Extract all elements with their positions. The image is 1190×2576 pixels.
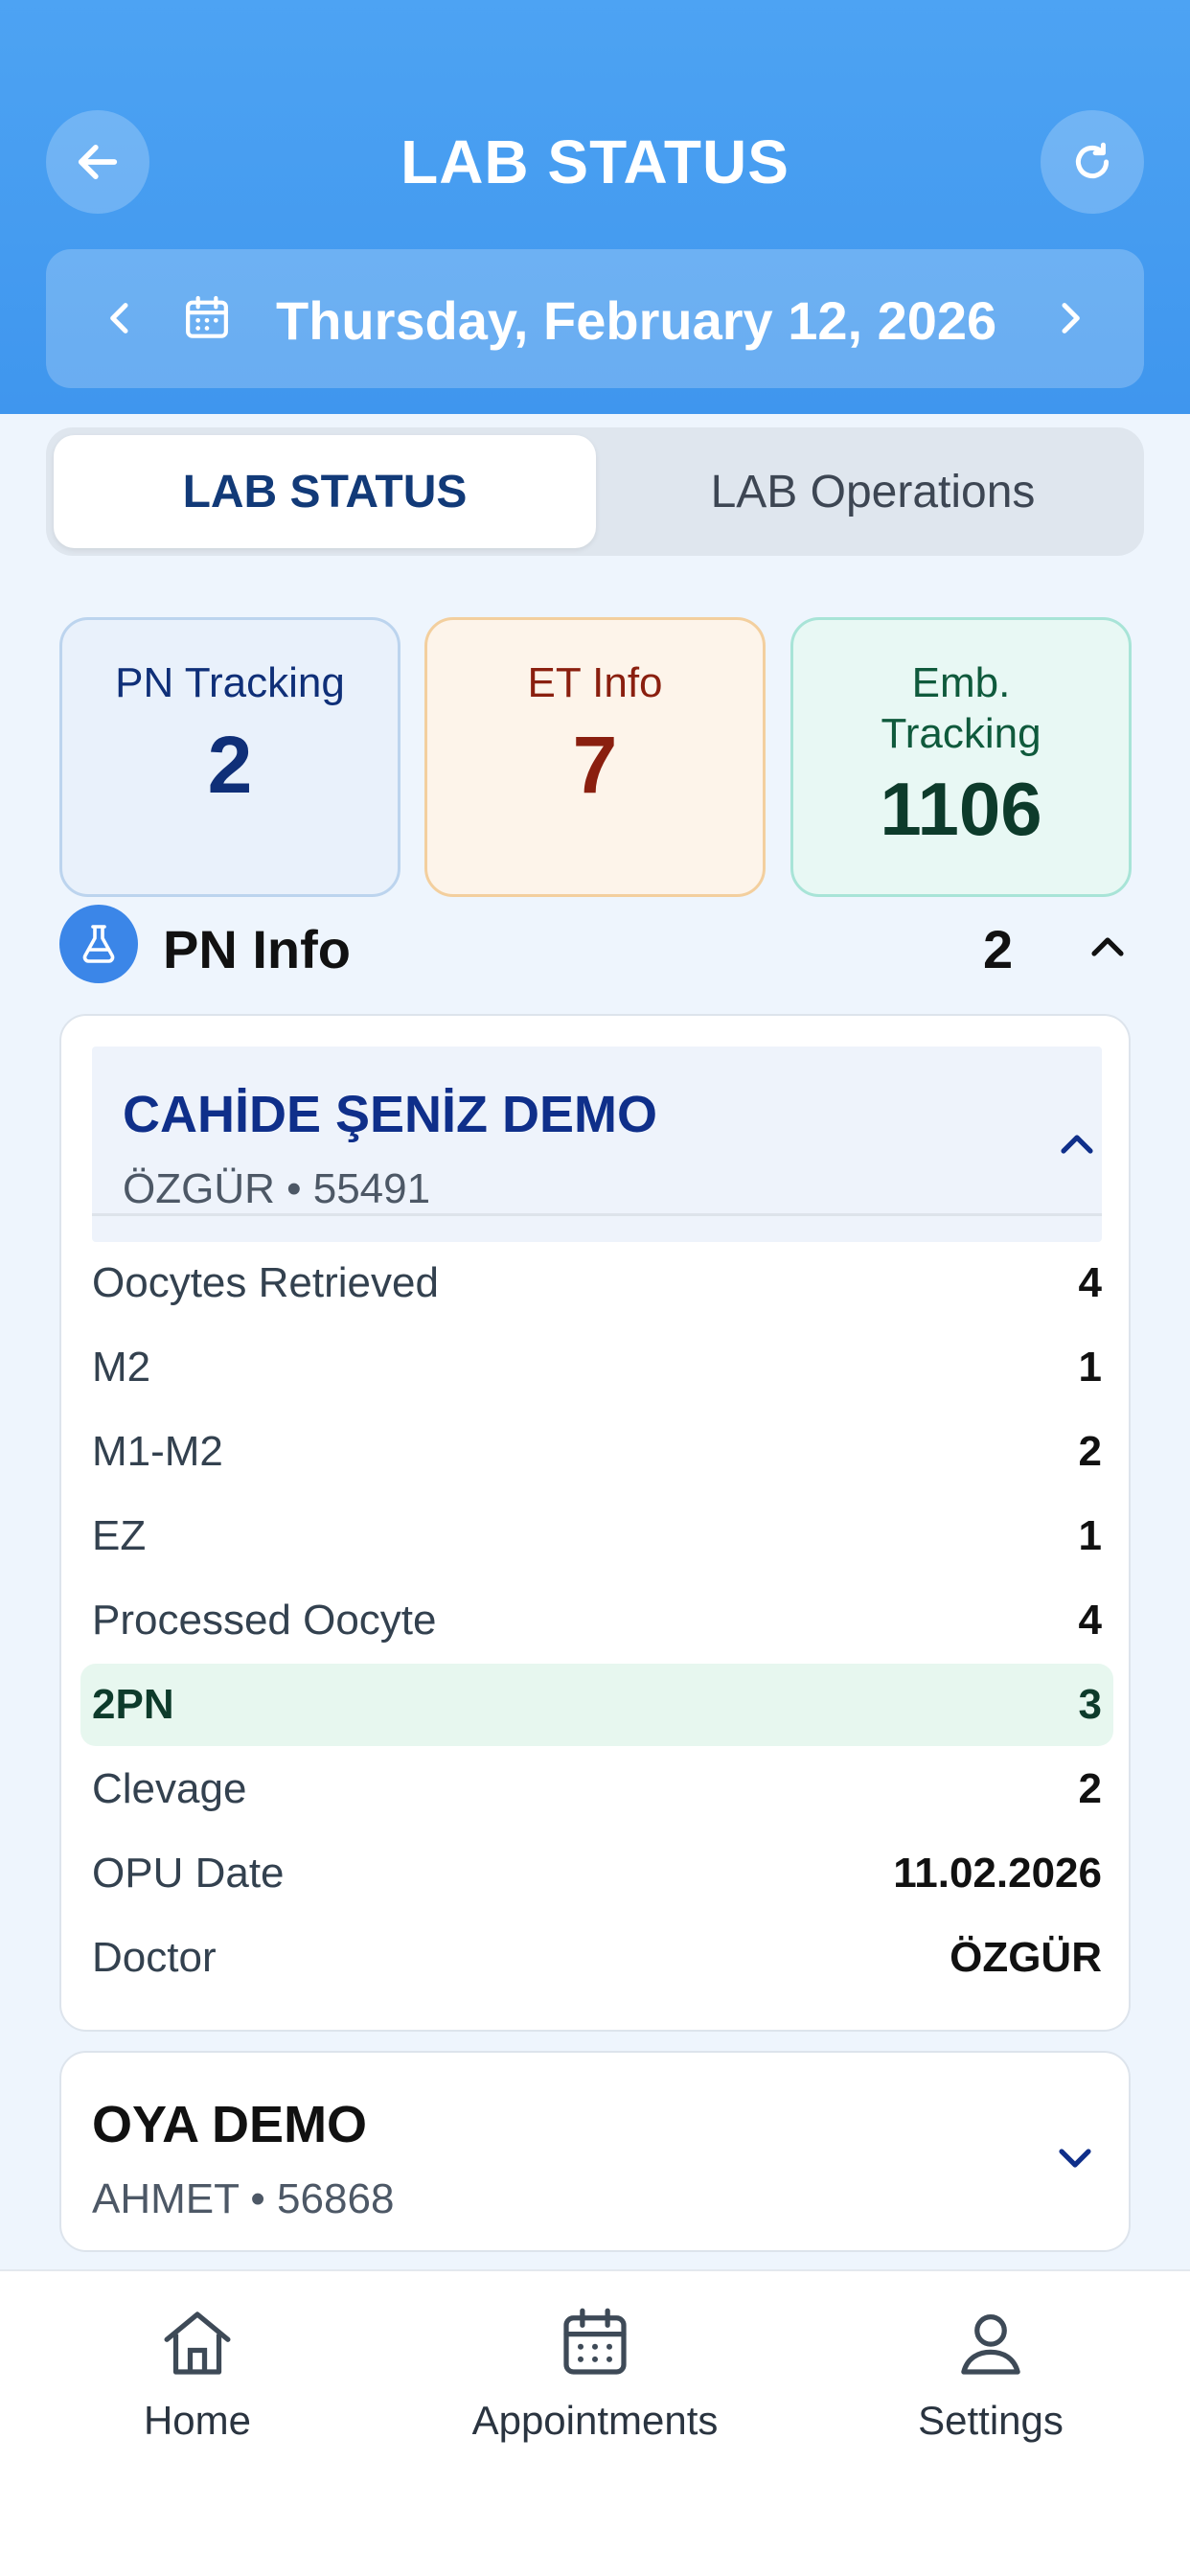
- detail-row: EZ 1: [92, 1495, 1102, 1577]
- next-day-button[interactable]: [1041, 284, 1098, 353]
- detail-row: M1-M2 2: [92, 1411, 1102, 1493]
- tab-bar: LAB STATUS LAB Operations: [46, 427, 1144, 556]
- calendar-icon[interactable]: [180, 291, 234, 345]
- emb-tracking-value: 1106: [880, 766, 1042, 851]
- detail-row: Doctor ÖZGÜR: [92, 1917, 1102, 1999]
- detail-row: Oocytes Retrieved 4: [92, 1242, 1102, 1324]
- detail-row: OPU Date 11.02.2026: [92, 1832, 1102, 1915]
- row-label: EZ: [92, 1512, 147, 1559]
- row-label: Clevage: [92, 1765, 247, 1812]
- et-info-card[interactable]: ET Info 7: [424, 617, 766, 897]
- patient-doctor-id: AHMET • 56868: [92, 2175, 395, 2222]
- et-info-label: ET Info: [527, 659, 663, 706]
- row-label: Oocytes Retrieved: [92, 1259, 439, 1306]
- row-label: Doctor: [92, 1934, 217, 1981]
- patient-card: CAHİDE ŞENİZ DEMO ÖZGÜR • 55491 Oocytes …: [59, 1014, 1131, 2032]
- row-value: 4: [1078, 1597, 1102, 1644]
- collapse-chevron-up-icon[interactable]: [1050, 1117, 1104, 1171]
- row-value: 2: [1078, 1765, 1102, 1812]
- user-icon: [948, 2300, 1034, 2386]
- tab-lab-status[interactable]: LAB STATUS: [54, 435, 596, 548]
- tab-lab-operations[interactable]: LAB Operations: [602, 435, 1144, 548]
- page-title: LAB STATUS: [400, 127, 790, 196]
- patient-doctor-id: ÖZGÜR • 55491: [123, 1165, 431, 1212]
- pn-tracking-label: PN Tracking: [115, 659, 345, 706]
- patient-name: CAHİDE ŞENİZ DEMO: [123, 1086, 658, 1143]
- header: LAB STATUS Thursday, February 12, 2026: [0, 0, 1190, 414]
- section-title: PN Info: [163, 919, 351, 979]
- row-value: 1: [1078, 1344, 1102, 1391]
- home-icon: [154, 2300, 240, 2386]
- chevron-left-icon: [110, 303, 128, 334]
- row-value: 11.02.2026: [893, 1850, 1102, 1897]
- selected-date[interactable]: Thursday, February 12, 2026: [276, 289, 996, 352]
- row-label: Processed Oocyte: [92, 1597, 437, 1644]
- patient-name: OYA DEMO: [92, 2096, 368, 2153]
- patient-card-collapsed[interactable]: OYA DEMO AHMET • 56868: [59, 2051, 1131, 2252]
- row-value: 1: [1078, 1512, 1102, 1559]
- et-info-value: 7: [572, 719, 618, 810]
- row-value: 3: [1078, 1681, 1102, 1728]
- emb-tracking-label: Emb. Tracking: [793, 658, 1129, 760]
- nav-settings[interactable]: Settings: [847, 2300, 1134, 2444]
- row-value: 4: [1078, 1259, 1102, 1306]
- chevron-up-icon[interactable]: [1081, 920, 1134, 974]
- nav-label: Settings: [918, 2398, 1064, 2443]
- emb-tracking-label-line2: Tracking: [881, 709, 1041, 757]
- nav-label: Appointments: [471, 2398, 719, 2443]
- date-selector: Thursday, February 12, 2026: [46, 249, 1144, 388]
- detail-row: Processed Oocyte 4: [92, 1579, 1102, 1662]
- row-value: ÖZGÜR: [950, 1934, 1102, 1981]
- detail-row-highlighted: 2PN 3: [80, 1664, 1113, 1746]
- emb-tracking-label-line1: Emb.: [911, 659, 1011, 706]
- flask-icon: [59, 905, 138, 983]
- row-value: 2: [1078, 1428, 1102, 1475]
- row-label: 2PN: [92, 1681, 174, 1728]
- calendar-icon: [552, 2300, 638, 2386]
- nav-home[interactable]: Home: [54, 2300, 341, 2444]
- bottom-navigation: Home Appointments Settings: [0, 2269, 1190, 2576]
- row-label: OPU Date: [92, 1850, 285, 1897]
- nav-label: Home: [143, 2398, 252, 2443]
- previous-day-button[interactable]: [92, 284, 149, 353]
- nav-appointments[interactable]: Appointments: [451, 2300, 739, 2444]
- refresh-icon: [1075, 142, 1110, 179]
- emb-tracking-card[interactable]: Emb. Tracking 1106: [790, 617, 1132, 897]
- refresh-button[interactable]: [1041, 110, 1144, 214]
- pn-tracking-value: 2: [207, 719, 253, 810]
- section-count: 2: [983, 919, 1014, 979]
- pn-tracking-card[interactable]: PN Tracking 2: [59, 617, 400, 897]
- detail-row: M2 1: [92, 1326, 1102, 1409]
- chevron-right-icon: [1062, 303, 1080, 334]
- chevron-down-icon[interactable]: [1048, 2131, 1102, 2185]
- row-label: M1-M2: [92, 1428, 223, 1475]
- row-label: M2: [92, 1344, 151, 1391]
- detail-row: Clevage 2: [92, 1748, 1102, 1830]
- divider: [92, 1213, 1102, 1216]
